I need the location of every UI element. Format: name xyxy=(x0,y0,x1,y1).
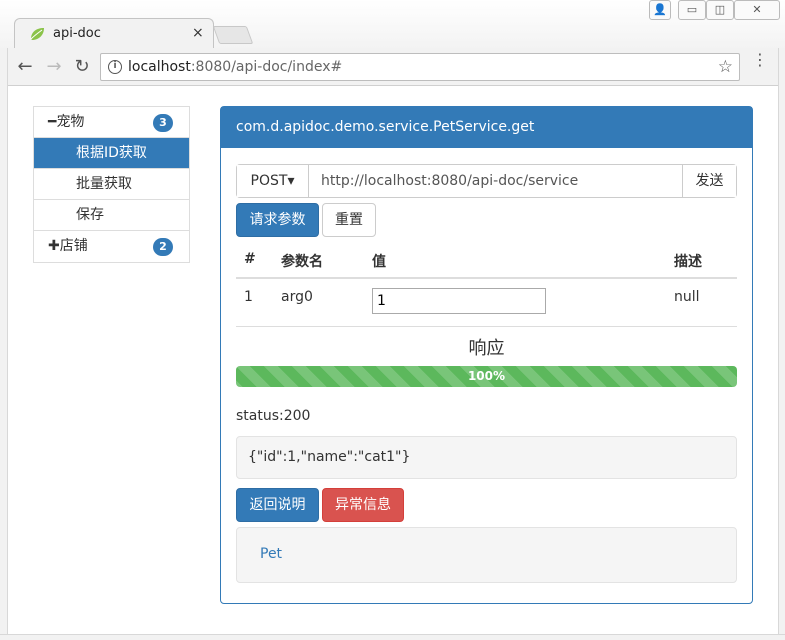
request-params-button[interactable]: 请求参数 xyxy=(236,203,319,237)
url-host: localhost xyxy=(128,59,191,75)
sidebar-item-label: 保存 xyxy=(76,207,104,223)
tab-close-icon[interactable]: × xyxy=(192,25,204,41)
window-frame-right xyxy=(778,48,785,640)
maximize-button[interactable]: ◫ xyxy=(706,0,734,20)
progress-fill: 100% xyxy=(467,369,506,383)
sidebar-group-pets[interactable]: ━宠物 3 xyxy=(34,107,189,138)
exception-info-button[interactable]: 异常信息 xyxy=(322,488,404,522)
method-dropdown[interactable]: POST▾ xyxy=(237,165,309,197)
sidebar-group-label: 宠物 xyxy=(56,114,85,130)
url-path: :8080/api-doc/index# xyxy=(190,59,343,75)
param-value-input[interactable]: 1 xyxy=(372,288,546,314)
header-value: 值 xyxy=(372,254,386,270)
new-tab-button[interactable] xyxy=(212,26,254,44)
response-body: {"id":1,"name":"cat1"} xyxy=(236,436,737,479)
forward-icon[interactable]: → xyxy=(43,56,65,78)
sidebar-group-label: 店铺 xyxy=(59,238,88,254)
close-window-button[interactable]: ✕ xyxy=(734,0,780,20)
return-info-well: Pet xyxy=(236,527,737,583)
send-button[interactable]: 发送 xyxy=(682,165,736,197)
api-sidebar: ━宠物 3 根据ID获取 批量获取 保存 ✚店铺 2 xyxy=(33,106,190,263)
count-badge: 3 xyxy=(153,114,173,132)
row-index: 1 xyxy=(244,289,253,305)
params-table: # 参数名 值 描述 1 arg0 1 null xyxy=(236,248,737,328)
sidebar-item-label: 根据ID获取 xyxy=(76,145,147,161)
back-icon[interactable]: ← xyxy=(14,56,36,78)
request-input-group: POST▾ http://localhost:8080/api-doc/serv… xyxy=(236,164,737,198)
expand-plus-icon: ✚ xyxy=(48,238,60,254)
reload-icon[interactable]: ↻ xyxy=(71,56,93,78)
browser-toolbar: ← → ↻ i localhost:8080/api-doc/index# ☆ … xyxy=(0,48,785,86)
sidebar-item-save[interactable]: 保存 xyxy=(34,200,189,231)
row-param-name: arg0 xyxy=(281,289,313,305)
header-index: # xyxy=(244,251,256,267)
profile-icon[interactable]: 👤 xyxy=(649,0,671,20)
reset-button[interactable]: 重置 xyxy=(322,203,376,237)
count-badge: 2 xyxy=(153,238,173,256)
browser-tab[interactable]: api-doc × xyxy=(14,18,214,48)
site-info-icon[interactable]: i xyxy=(108,60,122,74)
window-frame-left xyxy=(0,48,8,640)
response-progress-bar: 100% xyxy=(236,366,737,387)
status-text: status:200 xyxy=(236,408,311,424)
table-header: # 参数名 值 描述 xyxy=(236,248,737,279)
browser-titlebar: api-doc × 👤 ▭ ◫ ✕ xyxy=(0,0,785,48)
header-name: 参数名 xyxy=(281,254,323,270)
leaf-favicon-icon xyxy=(30,28,44,40)
sidebar-item-label: 批量获取 xyxy=(76,176,132,192)
row-description: null xyxy=(674,289,700,305)
header-description: 描述 xyxy=(674,254,702,270)
minimize-button[interactable]: ▭ xyxy=(678,0,706,20)
return-type-link[interactable]: Pet xyxy=(260,546,282,562)
panel-title: com.d.apidoc.demo.service.PetService.get xyxy=(221,107,752,148)
window-frame-bottom xyxy=(0,634,785,640)
sidebar-item-get-by-id[interactable]: 根据ID获取 xyxy=(34,138,189,169)
sidebar-group-shop[interactable]: ✚店铺 2 xyxy=(34,231,189,262)
response-heading: 响应 xyxy=(468,338,505,359)
sidebar-item-batch-get[interactable]: 批量获取 xyxy=(34,169,189,200)
address-url: localhost:8080/api-doc/index# xyxy=(128,59,342,75)
endpoint-input[interactable]: http://localhost:8080/api-doc/service xyxy=(309,165,682,197)
return-description-button[interactable]: 返回说明 xyxy=(236,488,319,522)
method-label: POST xyxy=(250,173,288,189)
api-panel: com.d.apidoc.demo.service.PetService.get… xyxy=(220,106,753,604)
tab-title: api-doc xyxy=(53,26,101,41)
table-row: 1 arg0 1 null xyxy=(236,279,737,327)
caret-down-icon: ▾ xyxy=(287,173,295,189)
browser-menu-icon[interactable]: ⋮ xyxy=(752,52,768,68)
address-bar[interactable]: i localhost:8080/api-doc/index# ☆ xyxy=(100,53,740,81)
bookmark-star-icon[interactable]: ☆ xyxy=(718,57,733,77)
